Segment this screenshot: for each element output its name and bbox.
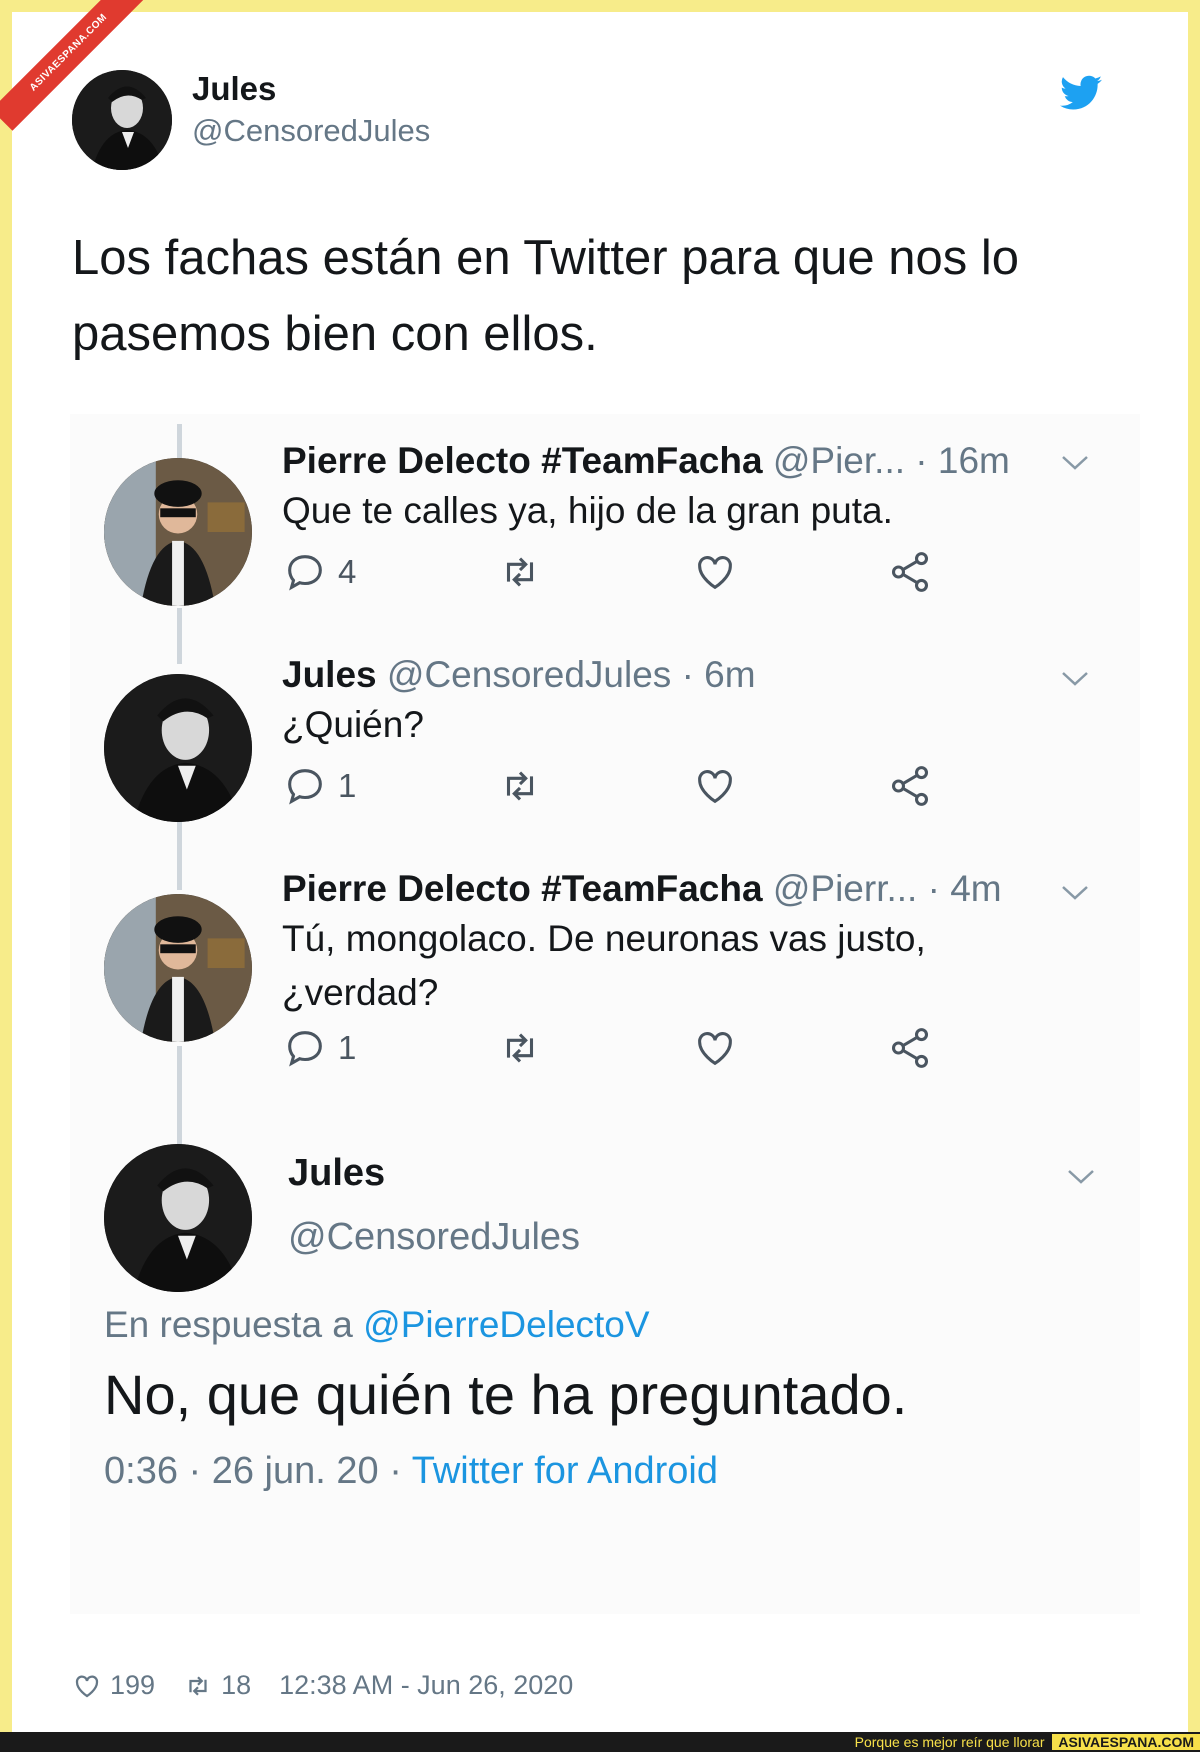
reply-count: 1: [338, 767, 357, 804]
share-icon: [891, 766, 929, 806]
chevron-down-icon[interactable]: [1060, 884, 1090, 902]
tweet-body: Tú, mongolaco. De neuronas vas justo, ¿v…: [282, 918, 926, 1013]
retweet-icon: [506, 557, 534, 587]
tweet-footer: 199 18 12:38 AM - Jun 26, 2020: [72, 1670, 601, 1701]
tweet-time: · 4m: [927, 868, 1002, 909]
reply-button[interactable]: 4: [282, 548, 356, 596]
user-avatar[interactable]: [104, 674, 252, 822]
share-icon: [891, 552, 929, 592]
user-name[interactable]: Pierre Delecto #TeamFacha: [282, 868, 763, 909]
site-footer-bar: Porque es mejor reír que llorar ASIVAESP…: [0, 1732, 1200, 1752]
share-icon: [891, 1028, 929, 1068]
tweet-time: · 6m: [681, 654, 756, 695]
like-stat[interactable]: 199: [72, 1670, 155, 1701]
chevron-down-icon[interactable]: [1060, 670, 1090, 688]
reply-prefix: En respuesta a: [104, 1304, 353, 1345]
user-avatar[interactable]: [104, 458, 252, 606]
tweet-header: Jules @CensoredJules: [72, 70, 1132, 170]
user-name[interactable]: Jules: [282, 654, 377, 695]
tweet-body: ¿Quién?: [282, 704, 424, 745]
heart-icon: [698, 556, 732, 590]
source-link[interactable]: Twitter for Android: [412, 1450, 718, 1492]
tweet-actions: 1: [282, 762, 982, 810]
user-handle[interactable]: @CensoredJules: [387, 654, 671, 695]
user-handle[interactable]: @Pier...: [773, 440, 905, 481]
retweet-button[interactable]: [497, 1024, 543, 1072]
retweet-icon: [506, 771, 534, 801]
retweet-icon: [506, 1033, 534, 1063]
user-name[interactable]: Pierre Delecto #TeamFacha: [282, 440, 763, 481]
retweet-button[interactable]: [497, 548, 543, 596]
retweet-count: 18: [221, 1670, 252, 1700]
retweet-button[interactable]: [497, 762, 543, 810]
tweet-card: ASIVAESPANA.COM Jules @CensoredJules Los…: [0, 0, 1188, 1732]
heart-icon: [698, 1032, 732, 1066]
user-handle[interactable]: @CensoredJules: [288, 1216, 580, 1259]
tweet-actions: 1: [282, 1024, 982, 1072]
reply-context: En respuesta a @PierreDelectoV: [104, 1304, 650, 1346]
tweet-meta: 0:36 · 26 jun. 20 · Twitter for Android: [104, 1450, 718, 1493]
like-count: 199: [110, 1670, 156, 1700]
user-avatar[interactable]: [104, 1144, 252, 1292]
share-button[interactable]: [887, 548, 933, 596]
tweet-text: Los fachas están en Twitter para que nos…: [72, 231, 1020, 361]
share-button[interactable]: [887, 1024, 933, 1072]
tweet-time: · 16m: [915, 440, 1010, 481]
tweet-body: Que te calles ya, hijo de la gran puta.: [282, 490, 893, 531]
retweet-stat[interactable]: 18: [183, 1670, 251, 1701]
reply-icon: [288, 769, 322, 805]
twitter-bird-icon[interactable]: [1060, 75, 1102, 111]
tweet-head: Jules @CensoredJules · 6m: [282, 654, 756, 696]
tweet-timestamp[interactable]: 12:38 AM - Jun 26, 2020: [279, 1670, 573, 1701]
focused-tweet[interactable]: Jules @CensoredJules En respuesta a @Pie…: [70, 1134, 1140, 1604]
reply-button[interactable]: 1: [282, 1024, 356, 1072]
chevron-down-icon[interactable]: [1060, 454, 1090, 472]
embedded-screenshot: Pierre Delecto #TeamFacha @Pier... · 16m…: [70, 414, 1140, 1614]
thread-tweet[interactable]: Jules @CensoredJules · 6m ¿Quién? 1: [70, 624, 1140, 824]
tweet-time: 0:36 · 26 jun. 20 ·: [104, 1450, 402, 1492]
reply-mention-link[interactable]: @PierreDelectoV: [363, 1304, 649, 1345]
heart-icon: [75, 1674, 99, 1697]
author-avatar[interactable]: [72, 70, 172, 170]
like-button[interactable]: [692, 548, 738, 596]
author-name[interactable]: Jules: [192, 70, 276, 108]
reply-count: 1: [338, 1029, 357, 1066]
user-name[interactable]: Jules: [288, 1152, 385, 1195]
share-button[interactable]: [887, 762, 933, 810]
author-handle[interactable]: @CensoredJules: [192, 113, 430, 149]
retweet-icon: [189, 1675, 207, 1696]
tweet-head: Pierre Delecto #TeamFacha @Pierr... · 4m: [282, 868, 1002, 910]
reply-button[interactable]: 1: [282, 762, 356, 810]
reply-count: 4: [338, 553, 357, 590]
user-avatar[interactable]: [104, 894, 252, 1042]
like-button[interactable]: [692, 1024, 738, 1072]
tweet-body: No, que quién te ha preguntado.: [104, 1363, 908, 1426]
site-name[interactable]: ASIVAESPANA.COM: [1052, 1734, 1200, 1750]
like-button[interactable]: [692, 762, 738, 810]
chevron-down-icon[interactable]: [1066, 1168, 1096, 1186]
tweet-head: Pierre Delecto #TeamFacha @Pier... · 16m: [282, 440, 1010, 482]
thread-tweet[interactable]: Pierre Delecto #TeamFacha @Pierr... · 4m…: [70, 844, 1140, 1074]
site-tagline: Porque es mejor reír que llorar: [854, 1734, 1045, 1750]
user-handle[interactable]: @Pierr...: [773, 868, 917, 909]
tweet-actions: 4: [282, 548, 982, 596]
reply-icon: [288, 555, 322, 591]
thread-tweet[interactable]: Pierre Delecto #TeamFacha @Pier... · 16m…: [70, 414, 1140, 606]
heart-icon: [698, 770, 732, 804]
reply-icon: [288, 1031, 322, 1067]
